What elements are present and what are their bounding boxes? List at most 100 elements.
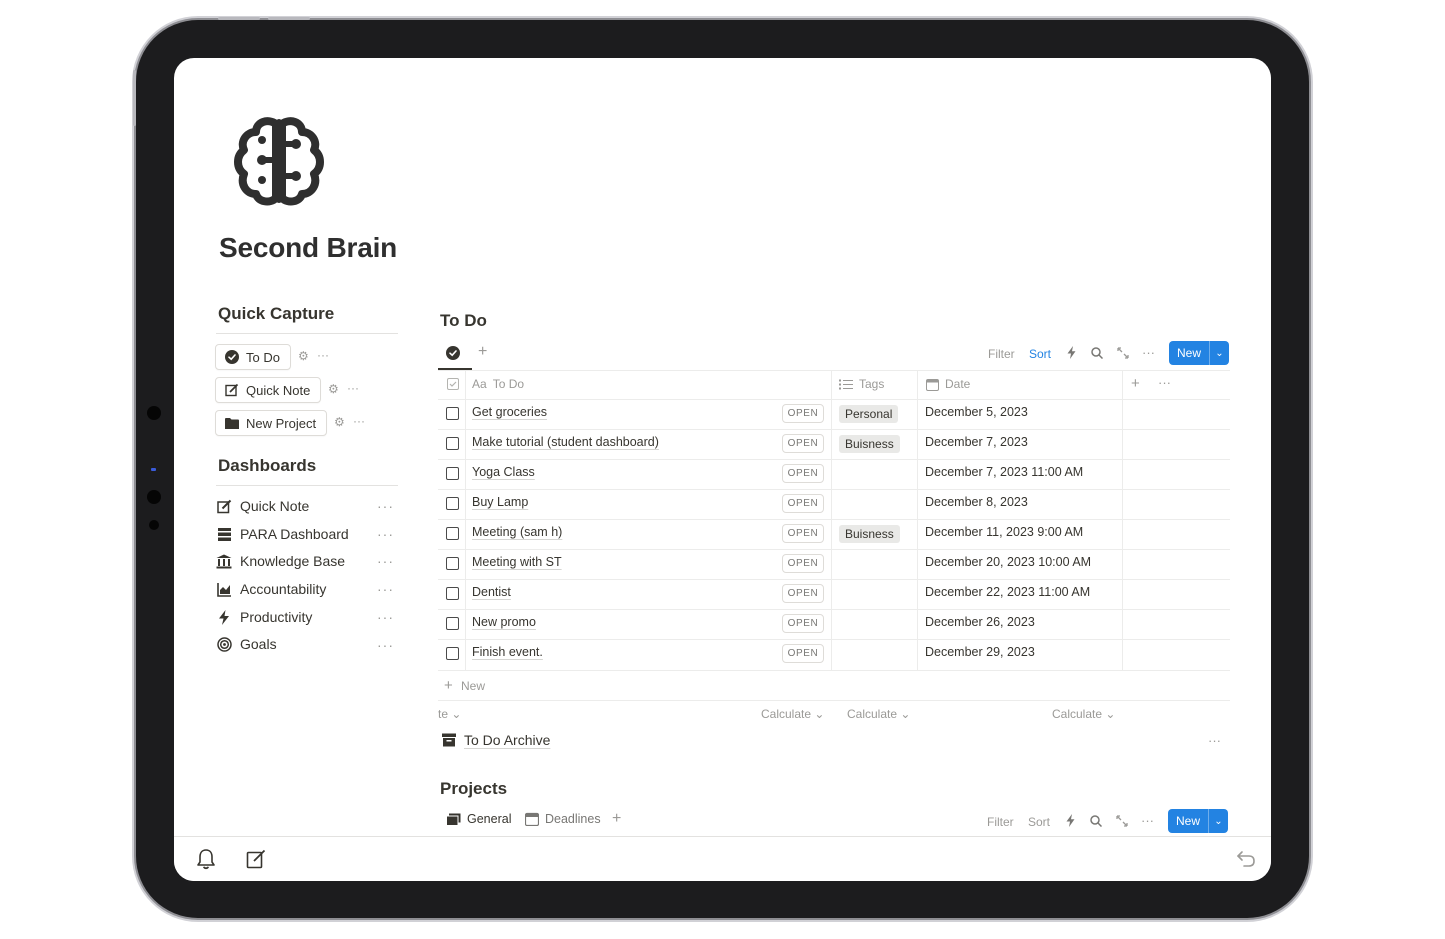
search-icon[interactable] — [1090, 815, 1102, 827]
row-title[interactable]: New promo — [472, 615, 536, 629]
table-row[interactable]: New promo OPEN December 26, 2023 — [438, 609, 1230, 639]
quick-capture-todo-button[interactable]: To Do — [215, 344, 291, 370]
open-button[interactable]: OPEN — [782, 524, 824, 543]
open-button[interactable]: OPEN — [782, 554, 824, 573]
row-title[interactable]: Meeting with ST — [472, 555, 562, 569]
more-icon[interactable]: ··· — [377, 553, 394, 569]
checkbox[interactable] — [446, 557, 459, 570]
table-row[interactable]: Meeting with ST OPEN December 20, 2023 1… — [438, 549, 1230, 579]
search-icon[interactable] — [1091, 347, 1103, 359]
row-title[interactable]: Meeting (sam h) — [472, 525, 562, 539]
row-title[interactable]: Finish event. — [472, 645, 543, 659]
tab-label: Deadlines — [545, 812, 601, 826]
row-title[interactable]: Get groceries — [472, 405, 547, 419]
calculate-dropdown[interactable]: Calculate ⌄ — [761, 707, 824, 721]
open-button[interactable]: OPEN — [782, 404, 824, 423]
row-title[interactable]: Dentist — [472, 585, 511, 599]
more-icon[interactable]: ··· — [377, 581, 394, 597]
dashboard-link-quick-note[interactable]: Quick Note — [216, 495, 394, 517]
bell-icon[interactable] — [194, 847, 218, 871]
open-button[interactable]: OPEN — [782, 464, 824, 483]
calculate-dropdown[interactable]: Calculate ⌄ — [847, 707, 910, 721]
checkbox[interactable] — [446, 467, 459, 480]
column-header-title[interactable]: Aa To Do — [472, 377, 524, 391]
add-row-button[interactable]: New — [461, 679, 485, 693]
more-icon[interactable]: ··· — [347, 381, 359, 395]
more-options-icon[interactable]: ··· — [1141, 813, 1154, 828]
table-row[interactable]: Make tutorial (student dashboard) OPEN B… — [438, 429, 1230, 459]
open-button[interactable]: OPEN — [782, 584, 824, 603]
checkbox[interactable] — [446, 407, 459, 420]
column-header-tags[interactable]: Tags — [839, 377, 884, 391]
more-columns-icon[interactable]: ··· — [1158, 375, 1171, 390]
row-title[interactable]: Yoga Class — [472, 465, 535, 479]
tag-badge: Buisness — [839, 435, 900, 453]
filter-button[interactable]: Filter — [988, 347, 1015, 361]
open-button[interactable]: OPEN — [782, 614, 824, 633]
calculate-dropdown[interactable]: Calculate ⌄ — [1052, 707, 1115, 721]
calculate-partial[interactable]: te ⌄ — [438, 707, 461, 721]
table-row[interactable]: Yoga Class OPEN December 7, 2023 11:00 A… — [438, 459, 1230, 489]
gear-icon[interactable]: ⚙ — [328, 382, 339, 396]
checkbox[interactable] — [446, 437, 459, 450]
sort-button[interactable]: Sort — [1028, 815, 1050, 829]
more-icon[interactable]: ··· — [377, 498, 394, 514]
more-icon[interactable]: ··· — [353, 414, 365, 428]
quick-capture-note-button[interactable]: Quick Note — [215, 377, 322, 403]
checkbox[interactable] — [446, 587, 459, 600]
table-row[interactable]: Dentist OPEN December 22, 2023 11:00 AM — [438, 579, 1230, 609]
more-icon[interactable]: ··· — [377, 609, 394, 625]
checkbox[interactable] — [446, 617, 459, 630]
automation-bolt-icon[interactable] — [1067, 346, 1076, 359]
add-view-icon[interactable]: + — [478, 343, 487, 361]
row-title[interactable]: Buy Lamp — [472, 495, 528, 509]
gear-icon[interactable]: ⚙ — [334, 415, 345, 429]
open-button[interactable]: OPEN — [782, 434, 824, 453]
section-divider — [216, 333, 398, 334]
table-row[interactable]: Meeting (sam h) OPEN Buisness December 1… — [438, 519, 1230, 549]
table-row[interactable]: Get groceries OPEN Personal December 5, … — [438, 399, 1230, 429]
automation-bolt-icon[interactable] — [1066, 814, 1075, 827]
more-options-icon[interactable]: ··· — [1142, 345, 1155, 360]
todo-view-check-icon[interactable] — [446, 346, 460, 360]
more-icon[interactable]: ··· — [317, 348, 329, 362]
add-column-icon[interactable]: + — [1131, 375, 1140, 392]
tab-deadlines[interactable]: Deadlines — [525, 812, 601, 826]
compose-icon[interactable] — [244, 847, 268, 871]
chevron-down-icon[interactable]: ⌄ — [1209, 816, 1228, 827]
checkbox[interactable] — [446, 527, 459, 540]
open-button[interactable]: OPEN — [782, 644, 824, 663]
more-icon[interactable]: ··· — [377, 526, 394, 542]
sort-button[interactable]: Sort — [1029, 347, 1051, 361]
archive-more-icon[interactable]: ··· — [1208, 733, 1221, 748]
more-icon[interactable]: ··· — [377, 637, 394, 653]
expand-icon[interactable] — [1117, 347, 1129, 359]
open-button[interactable]: OPEN — [782, 494, 824, 513]
chevron-down-icon[interactable]: ⌄ — [1210, 348, 1229, 359]
quick-capture-project-button[interactable]: New Project — [215, 410, 328, 436]
expand-icon[interactable] — [1116, 815, 1128, 827]
button-label: New Project — [246, 415, 317, 431]
gear-icon[interactable]: ⚙ — [298, 349, 309, 363]
tab-general[interactable]: General — [446, 812, 511, 826]
dashboard-link-accountability[interactable]: Accountability — [216, 578, 394, 600]
dashboard-link-goals[interactable]: Goals — [216, 633, 394, 655]
todo-archive-link[interactable]: To Do Archive — [442, 732, 550, 748]
checkbox[interactable] — [446, 497, 459, 510]
row-title[interactable]: Make tutorial (student dashboard) — [472, 435, 659, 449]
todo-new-button[interactable]: New ⌄ — [1169, 341, 1229, 365]
projects-new-button[interactable]: New ⌄ — [1168, 809, 1228, 833]
undo-icon[interactable] — [1234, 847, 1258, 871]
filter-button[interactable]: Filter — [987, 815, 1014, 829]
checkbox[interactable] — [446, 647, 459, 660]
dashboard-link-productivity[interactable]: Productivity — [216, 606, 394, 628]
select-all-checkbox-icon[interactable] — [447, 378, 459, 390]
column-header-date[interactable]: Date — [926, 377, 970, 391]
table-row[interactable]: Buy Lamp OPEN December 8, 2023 — [438, 489, 1230, 519]
table-row[interactable]: Finish event. OPEN December 29, 2023 — [438, 639, 1230, 669]
chart-icon — [216, 581, 232, 597]
add-row-plus-icon[interactable]: + — [444, 677, 453, 694]
dashboard-link-knowledge-base[interactable]: Knowledge Base — [216, 550, 394, 572]
add-view-icon[interactable]: + — [612, 810, 621, 828]
dashboard-link-para[interactable]: PARA Dashboard — [216, 523, 394, 545]
